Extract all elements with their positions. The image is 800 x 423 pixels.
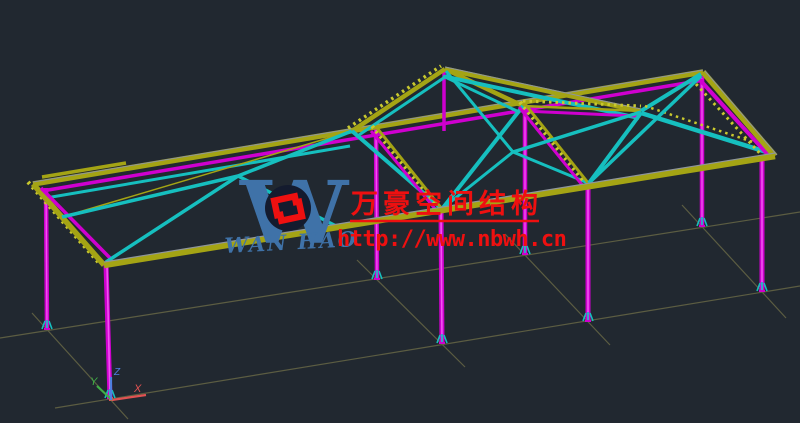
ucs-axis-icon: X Y Z [90, 367, 146, 401]
ucs-z-label: Z [113, 367, 121, 378]
ucs-y-label: Y [90, 376, 98, 388]
website-url: http://www.nbwh.cn [337, 227, 566, 252]
right-end-beam [696, 71, 777, 160]
watermark: W WAN HAO 万豪空间结构 http://www.nbwh.cn [224, 162, 566, 264]
ucs-x-label: X [133, 383, 142, 395]
logo-circle [265, 185, 311, 231]
cad-model-viewport[interactable]: X Y Z W WAN HAO 万豪空间结构 http://www.nbwh.c… [0, 0, 800, 423]
watermark-text: 万豪空间结构 http://www.nbwh.cn [337, 188, 566, 252]
back-eave-beam [33, 70, 704, 198]
model-canvas[interactable]: X Y Z W WAN HAO 万豪空间结构 http://www.nbwh.c… [0, 0, 800, 423]
company-name-cn: 万豪空间结构 [351, 188, 543, 220]
